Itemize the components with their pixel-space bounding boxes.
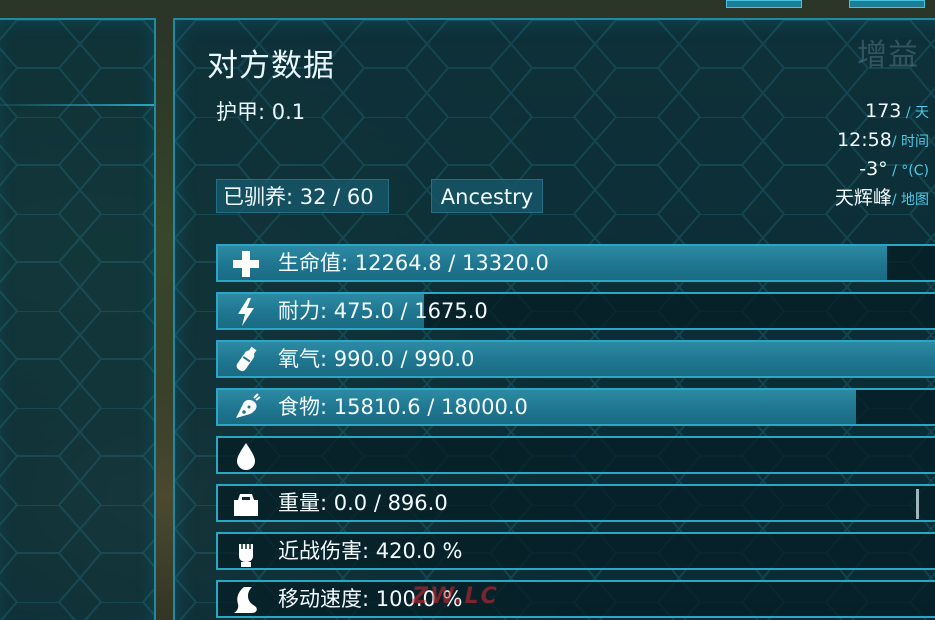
stamina-lightning-icon — [238, 298, 254, 326]
oxygen-tank-icon — [236, 346, 257, 372]
health-label: 生命值: 12264.8 / 13320.0 — [278, 251, 549, 275]
temperature-value: -3° — [859, 158, 888, 180]
location-unit: / 地图 — [891, 192, 929, 208]
stat-water — [216, 436, 935, 474]
armor-value: 护甲: 0.1 — [216, 100, 306, 124]
world-info: 173 / 天 12:58/ 时间 -3° / °(C) 天辉峰/ 地图 — [789, 98, 929, 214]
time-value: 12:58 — [837, 129, 892, 151]
top-hud-tab — [849, 0, 925, 8]
weight-label: 重量: 0.0 / 896.0 — [278, 491, 448, 515]
day-value: 173 — [865, 100, 902, 122]
stat-stamina: 耐力: 475.0 / 1675.0 — [216, 292, 935, 330]
tamed-count-badge: 已驯养: 32 / 60 — [216, 179, 389, 213]
buff-panel — [0, 18, 156, 620]
stat-oxygen: 氧气: 990.0 / 990.0 — [216, 340, 935, 378]
location-value: 天辉峰 — [834, 187, 892, 209]
temperature-unit: / °(C) — [887, 163, 929, 179]
food-label: 食物: 15810.6 / 18000.0 — [278, 395, 528, 419]
movement-speed-icon — [234, 587, 257, 613]
buff-divider — [0, 104, 154, 106]
water-drop-icon — [237, 443, 255, 470]
time-row: 12:58/ 时间 — [789, 127, 929, 156]
game-screen: 增益 对方数据 护甲: 0.1 173 / 天 12:58/ 时间 -3° / … — [0, 0, 935, 620]
stamina-label: 耐力: 475.0 / 1675.0 — [278, 299, 488, 323]
weight-icon — [234, 494, 258, 516]
buff-panel-hex-pattern — [0, 20, 154, 620]
melee-fist-icon — [239, 544, 253, 567]
oxygen-label: 氧气: 990.0 / 990.0 — [278, 347, 475, 371]
health-cross-icon — [233, 251, 259, 277]
location-row: 天辉峰/ 地图 — [789, 185, 929, 214]
food-icon — [236, 393, 261, 418]
stat-weight: 重量: 0.0 / 896.0 — [216, 484, 935, 522]
day-row: 173 / 天 — [789, 98, 929, 127]
stat-health: 生命值: 12264.8 / 13320.0 — [216, 244, 935, 282]
panel-title: 对方数据 — [207, 48, 335, 84]
time-unit: / 时间 — [891, 134, 929, 150]
stat-movement: 移动速度: 100.0 % — [216, 580, 935, 618]
stat-food: 食物: 15810.6 / 18000.0 — [216, 388, 935, 426]
melee-label: 近战伤害: 420.0 % — [278, 539, 463, 563]
watermark: ZW.LC — [412, 584, 499, 609]
ancestry-button[interactable]: Ancestry — [431, 179, 543, 213]
top-hud-tab — [726, 0, 802, 8]
temperature-row: -3° / °(C) — [789, 156, 929, 185]
stat-melee: 近战伤害: 420.0 % — [216, 532, 935, 570]
weight-limit-marker — [916, 489, 919, 519]
day-unit: / 天 — [901, 105, 929, 121]
